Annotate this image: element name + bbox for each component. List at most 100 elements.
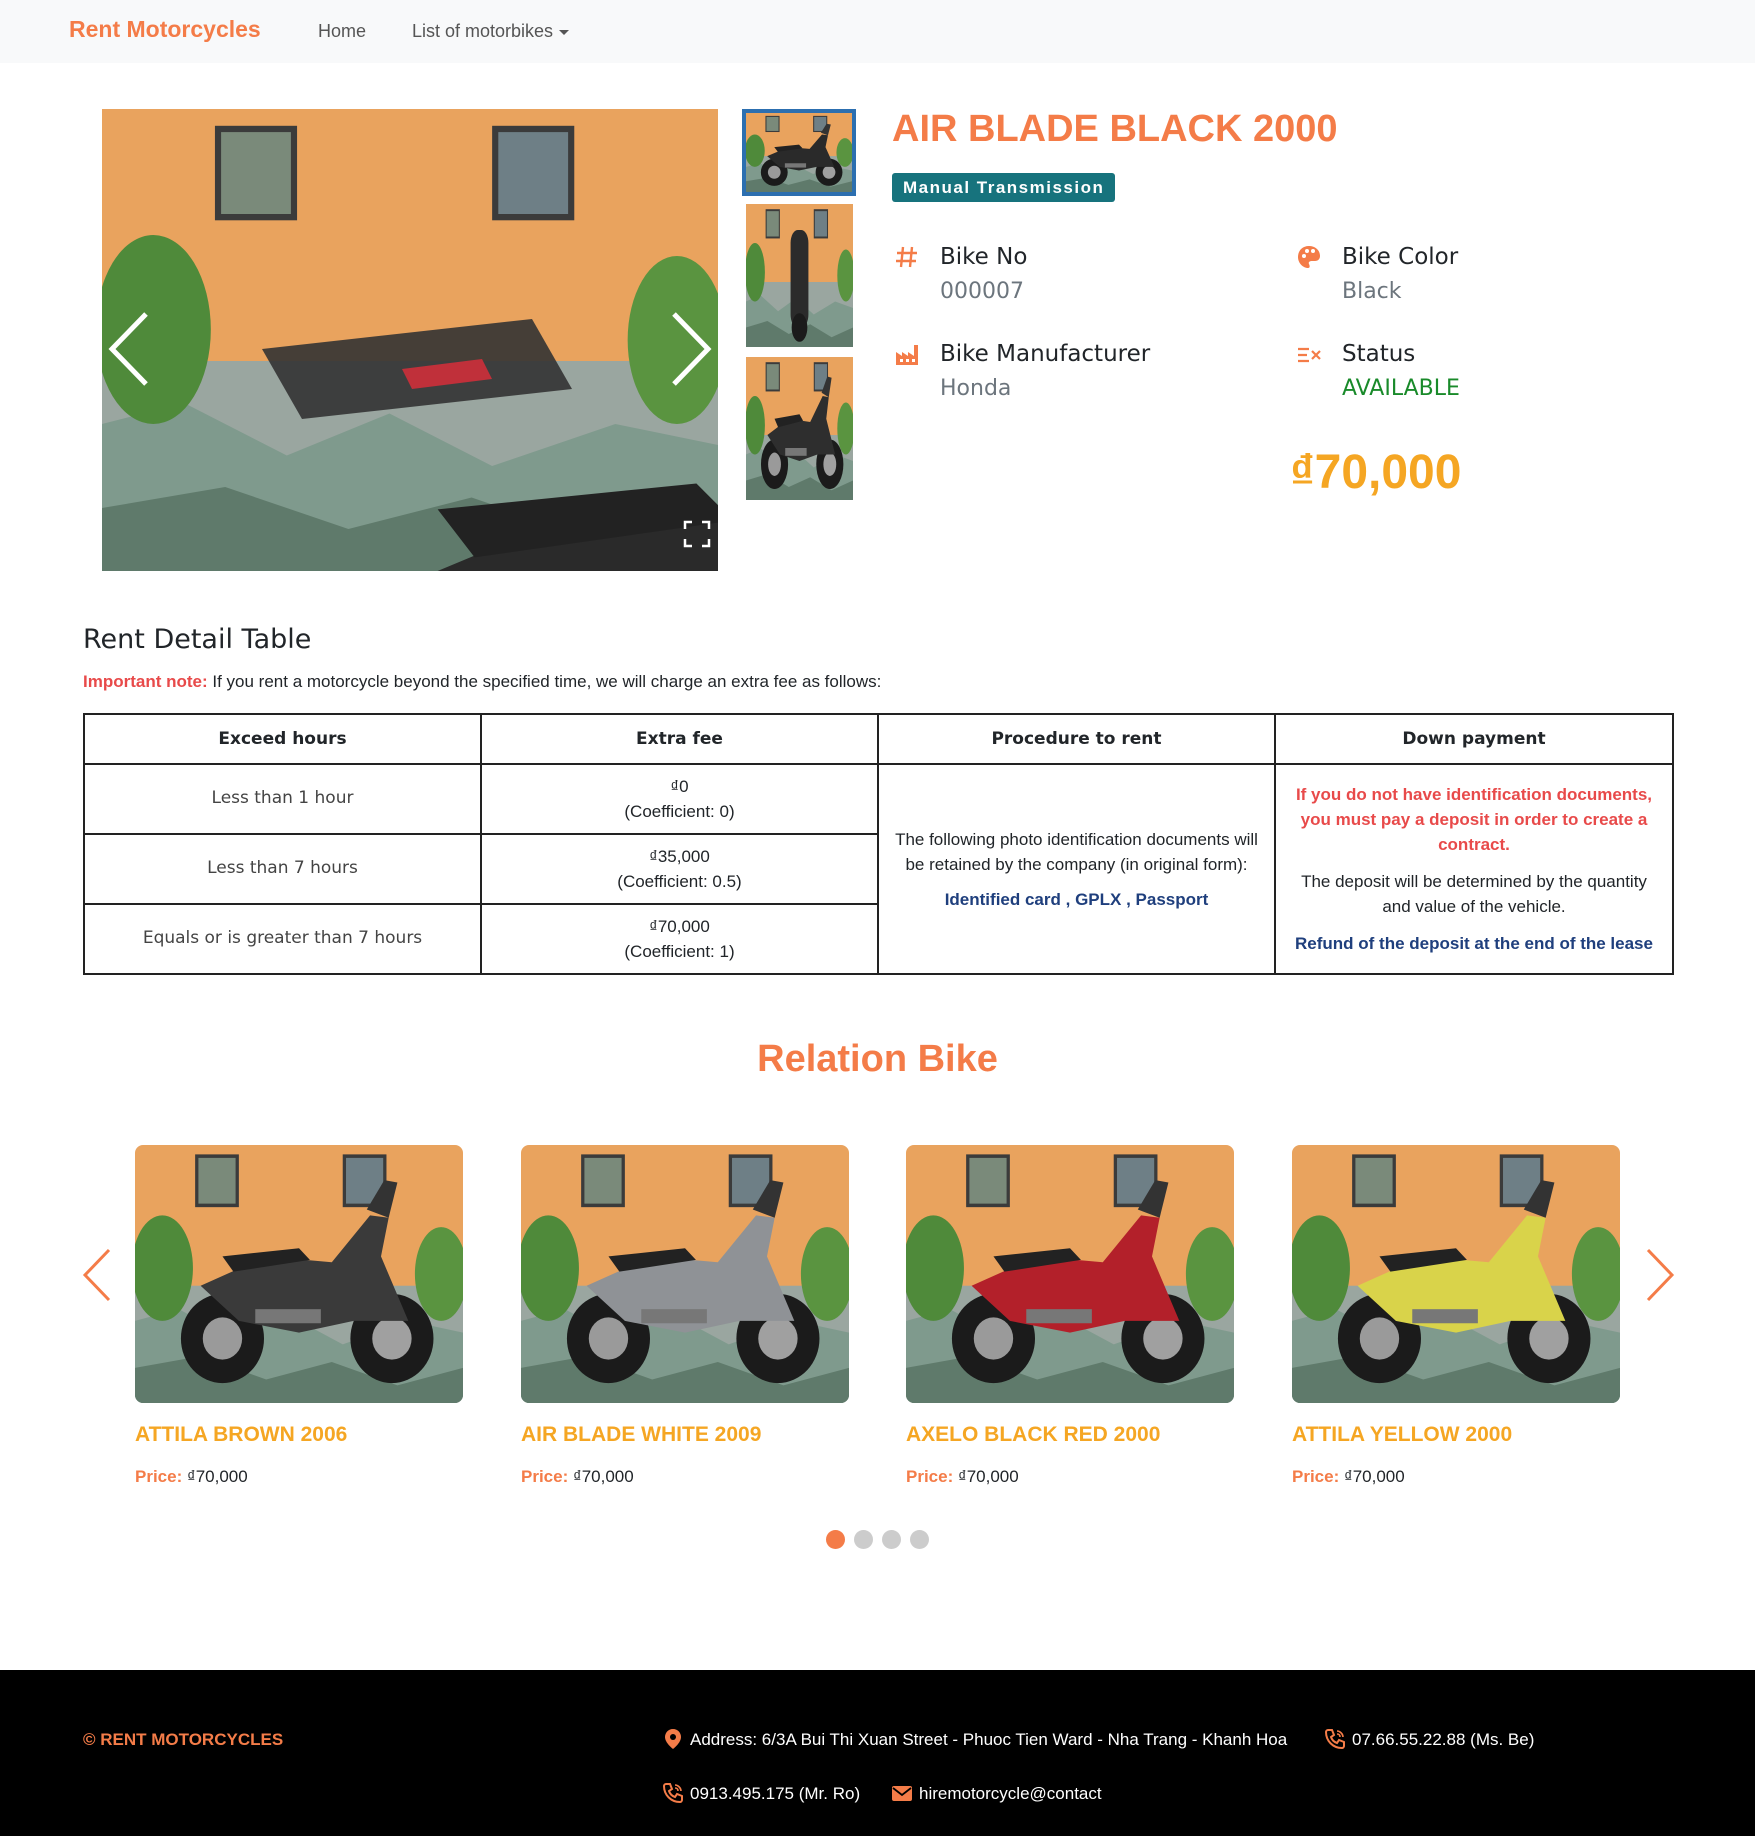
carousel-dot[interactable] [882,1530,901,1549]
relation-bike-price: Price: ₫70,000 [1292,1467,1620,1487]
relation-bike-card[interactable]: ATTILA YELLOW 2000 Price: ₫70,000 [1292,1145,1620,1487]
relation-bike-price: Price: ₫70,000 [521,1467,849,1487]
status-icon [1298,347,1321,363]
footer-phone-2-text[interactable]: 0913.495.175 (Mr. Ro) [690,1784,860,1804]
extra-fee-cell: ₫70,000 (Coefficient: 1) [480,902,879,976]
footer-address-text: Address: 6/3A Bui Thi Xuan Street - Phuo… [690,1730,1288,1749]
thumbnail-image [746,113,852,192]
relation-bike-image[interactable] [906,1145,1234,1403]
main-bike-image [102,109,718,571]
price-label: Price: [135,1467,183,1486]
carousel-dot[interactable] [826,1530,845,1549]
bike-color-value: Black [1342,279,1402,304]
carousel-dot[interactable] [910,1530,929,1549]
chevron-left-icon [82,1248,111,1302]
relation-bike-name[interactable]: ATTILA BROWN 2006 [135,1423,463,1447]
caret-down-icon [559,29,570,35]
rent-detail-table: Exceed hours Extra fee Procedure to rent… [83,713,1674,976]
phone-icon [662,1783,683,1804]
document-separator: , [1121,889,1136,909]
brand-logo[interactable]: Rent Motorcycles [69,16,261,43]
carousel-dot[interactable] [854,1530,873,1549]
chevron-right-icon [1646,1248,1675,1302]
deposit-text: The deposit will be determined by the qu… [1301,872,1647,916]
important-note-text: If you rent a motorcycle beyond the spec… [207,672,882,691]
mail-icon [892,1786,912,1801]
gallery-next-button[interactable] [662,304,718,394]
relation-bike-name[interactable]: AIR BLADE WHITE 2009 [521,1423,849,1447]
extra-fee-coefficient: (Coefficient: 0.5) [617,871,742,891]
location-pin-icon [665,1729,681,1749]
relation-bike-name[interactable]: ATTILA YELLOW 2000 [1292,1423,1620,1447]
phone-icon [1324,1729,1345,1750]
gallery-thumbnail[interactable] [746,204,853,347]
price-value: ₫70,000 [957,1467,1019,1486]
extra-fee-cell: ₫35,000 (Coefficient: 0.5) [480,832,879,905]
footer-copyright: © RENT MOTORCYCLES [83,1730,284,1749]
info-bike-no: Bike No 000007 [894,244,1254,310]
price-label: Price: [521,1467,569,1486]
extra-fee-cell: ₫0 (Coefficient: 0) [480,763,879,835]
price-label: Price: [1292,1467,1340,1486]
relation-bike-image[interactable] [135,1145,463,1403]
info-manufacturer: Bike Manufacturer Honda [894,341,1254,407]
extra-fee-amount: ₫0 [670,776,689,796]
document-identified-card: Identified card [944,889,1061,909]
thumbnail-image [746,204,853,347]
navbar: Rent Motorcycles Home List of motorbikes [0,0,1755,63]
info-bike-color: Bike Color Black [1296,244,1656,310]
procedure-cell: The following photo identification docum… [877,763,1276,975]
footer-email-text[interactable]: hiremotorcycle@contact [919,1784,1102,1804]
bike-no-label: Bike No [940,244,1028,270]
main-photo[interactable] [102,109,718,571]
down-payment-cell: If you do not have identification docume… [1274,763,1674,975]
manufacturer-label: Bike Manufacturer [940,341,1151,367]
exceed-hours-cell: Less than 1 hour [83,763,482,835]
relation-bike-card[interactable]: AIR BLADE WHITE 2009 Price: ₫70,000 [521,1145,849,1487]
price-label: Price: [906,1467,954,1486]
extra-fee-coefficient: (Coefficient: 1) [624,941,735,961]
fullscreen-icon[interactable] [682,519,712,549]
nav-list-label: List of motorbikes [412,21,554,41]
status-label: Status [1342,341,1416,367]
table-header: Procedure to rent [877,713,1276,765]
footer-phone-1-text[interactable]: 07.66.55.22.88 (Ms. Be) [1352,1730,1534,1750]
gallery-thumbnail[interactable] [742,109,856,196]
relation-bike-image[interactable] [521,1145,849,1403]
hash-icon [896,246,917,268]
important-note-label: Important note: [83,672,208,691]
price-value: ₫70,000 [1343,1467,1405,1486]
deposit-warning: If you do not have identification docume… [1295,785,1653,854]
rent-detail-title: Rent Detail Table [83,624,312,655]
relation-bike-price: Price: ₫70,000 [906,1467,1234,1487]
manufacturer-value: Honda [940,376,1012,401]
relation-next-button[interactable] [1640,1245,1680,1305]
extra-fee-amount: ₫70,000 [649,916,710,936]
bike-price: ₫70,000 [1290,446,1462,499]
relation-title: Relation Bike [757,1038,998,1080]
price-value: ₫70,000 [572,1467,634,1486]
price-value: ₫70,000 [186,1467,248,1486]
relation-bike-image[interactable] [1292,1145,1620,1403]
factory-icon [896,345,918,365]
chevron-right-icon [672,312,712,386]
relation-bike-name[interactable]: AXELO BLACK RED 2000 [906,1423,1234,1447]
relation-bike-price: Price: ₫70,000 [135,1467,463,1487]
relation-bike-card[interactable]: ATTILA BROWN 2006 Price: ₫70,000 [135,1145,463,1487]
relation-bike-card[interactable]: AXELO BLACK RED 2000 Price: ₫70,000 [906,1145,1234,1487]
relation-prev-button[interactable] [77,1245,117,1305]
nav-list-dropdown[interactable]: List of motorbikes [412,21,570,42]
procedure-text: The following photo identification docum… [895,829,1258,874]
bike-color-label: Bike Color [1342,244,1459,270]
gallery-thumbnail[interactable] [746,357,853,500]
exceed-hours-cell: Less than 7 hours [83,832,482,905]
table-header-row: Exceed hours Extra fee Procedure to rent… [83,713,1674,765]
gallery-prev-button[interactable] [102,304,158,394]
chevron-left-icon [108,312,148,386]
nav-home-link[interactable]: Home [318,21,366,42]
extra-fee-coefficient: (Coefficient: 0) [624,801,735,821]
document-gplx: GPLX [1075,889,1122,909]
deposit-refund: Refund of the deposit at the end of the … [1295,934,1653,953]
thumbnail-image [746,357,853,500]
transmission-badge: Manual Transmission [892,173,1116,202]
